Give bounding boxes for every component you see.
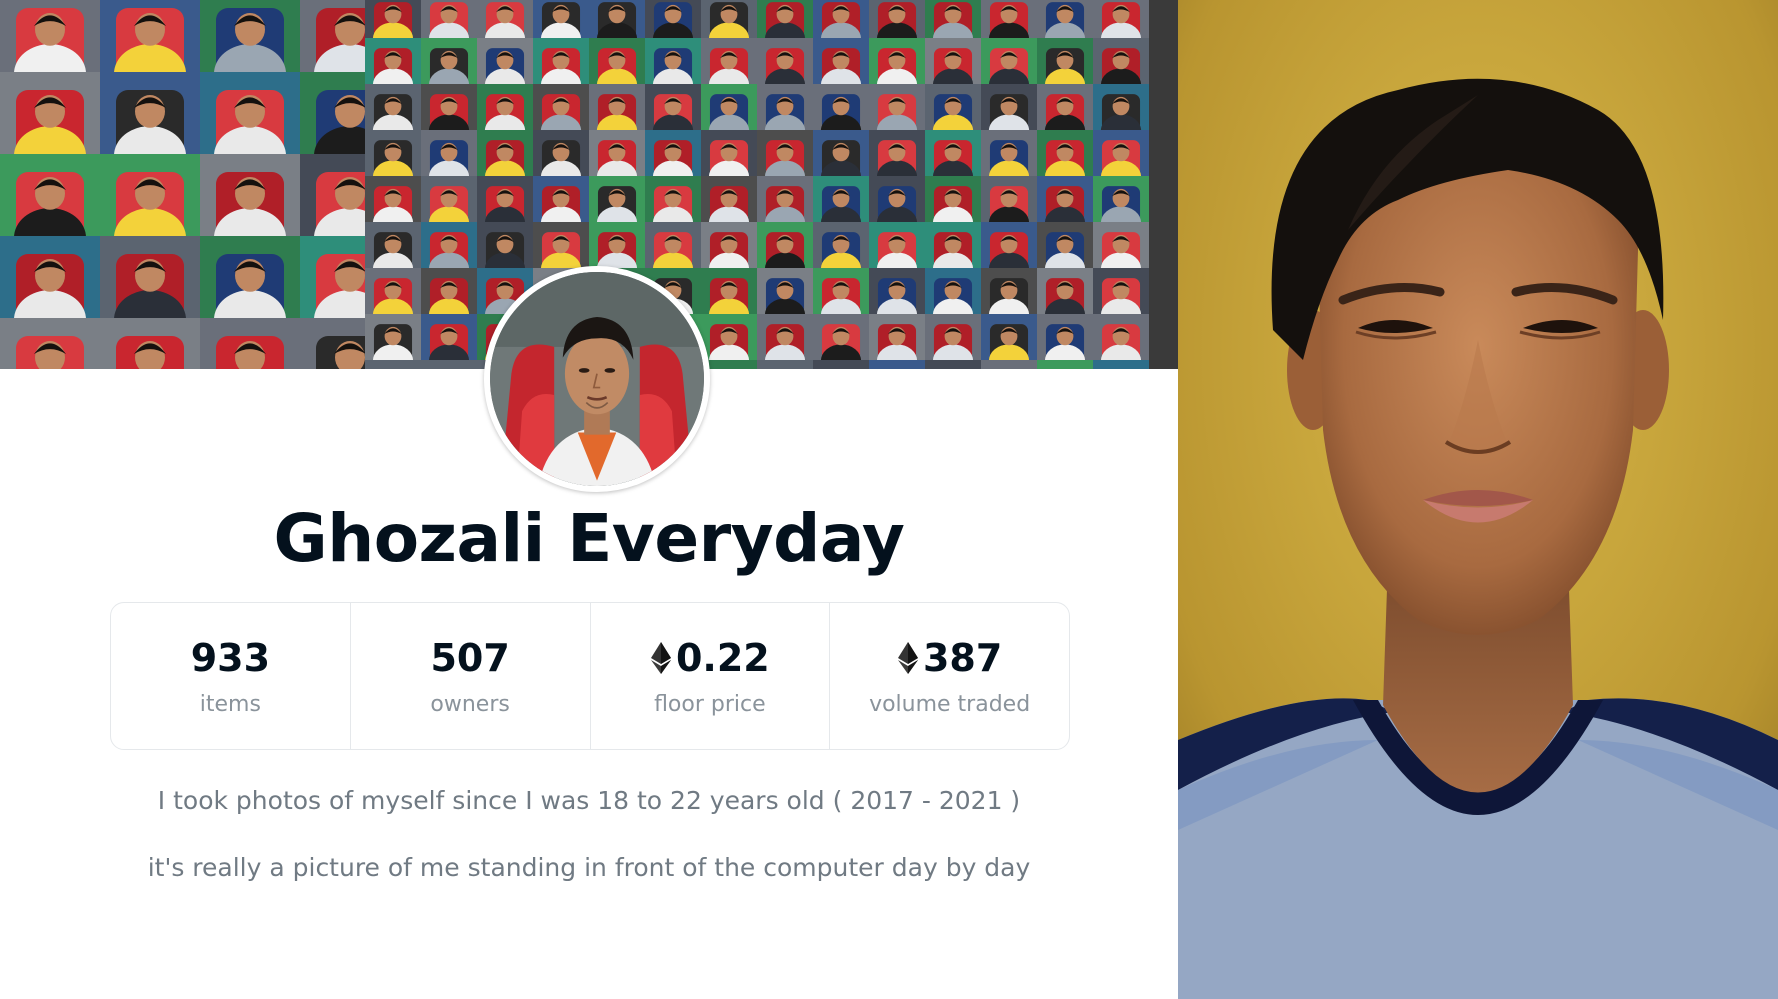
stat-owners-label: owners: [430, 691, 510, 717]
stat-floor-price-value: 0.22: [675, 635, 770, 680]
stat-volume-traded-label: volume traded: [869, 691, 1031, 717]
collection-description-line-2: it's really a picture of me standing in …: [147, 853, 1031, 882]
page: Ghozali Everyday 933 items 507 owners 0.…: [0, 0, 1778, 999]
stat-items-label: items: [199, 691, 261, 717]
ethereum-icon: [897, 641, 919, 675]
ethereum-icon: [650, 641, 672, 675]
collection-description-line-1: I took photos of myself since I was 18 t…: [157, 786, 1021, 815]
collection-profile-panel: Ghozali Everyday 933 items 507 owners 0.…: [0, 0, 1178, 999]
collection-stats: 933 items 507 owners 0.22 floor price 38…: [110, 602, 1070, 750]
stat-items-value: 933: [190, 635, 271, 680]
stat-volume-traded-value: 387: [922, 635, 1003, 680]
selfie-portrait-image: [1178, 0, 1778, 999]
stat-volume-traded-row: 387: [897, 636, 1002, 680]
stat-owners-value: 507: [430, 635, 510, 680]
collection-avatar[interactable]: [484, 266, 710, 492]
collection-title: Ghozali Everyday: [273, 500, 905, 577]
stat-items[interactable]: 933 items: [111, 603, 351, 749]
stat-floor-price[interactable]: 0.22 floor price: [591, 603, 831, 749]
stat-floor-price-label: floor price: [654, 691, 766, 717]
avatar-portrait-image: [490, 272, 704, 486]
stat-volume-traded[interactable]: 387 volume traded: [830, 603, 1069, 749]
stat-floor-price-row: 0.22: [650, 636, 770, 680]
stat-owners[interactable]: 507 owners: [351, 603, 591, 749]
selfie-photo: [1178, 0, 1778, 999]
